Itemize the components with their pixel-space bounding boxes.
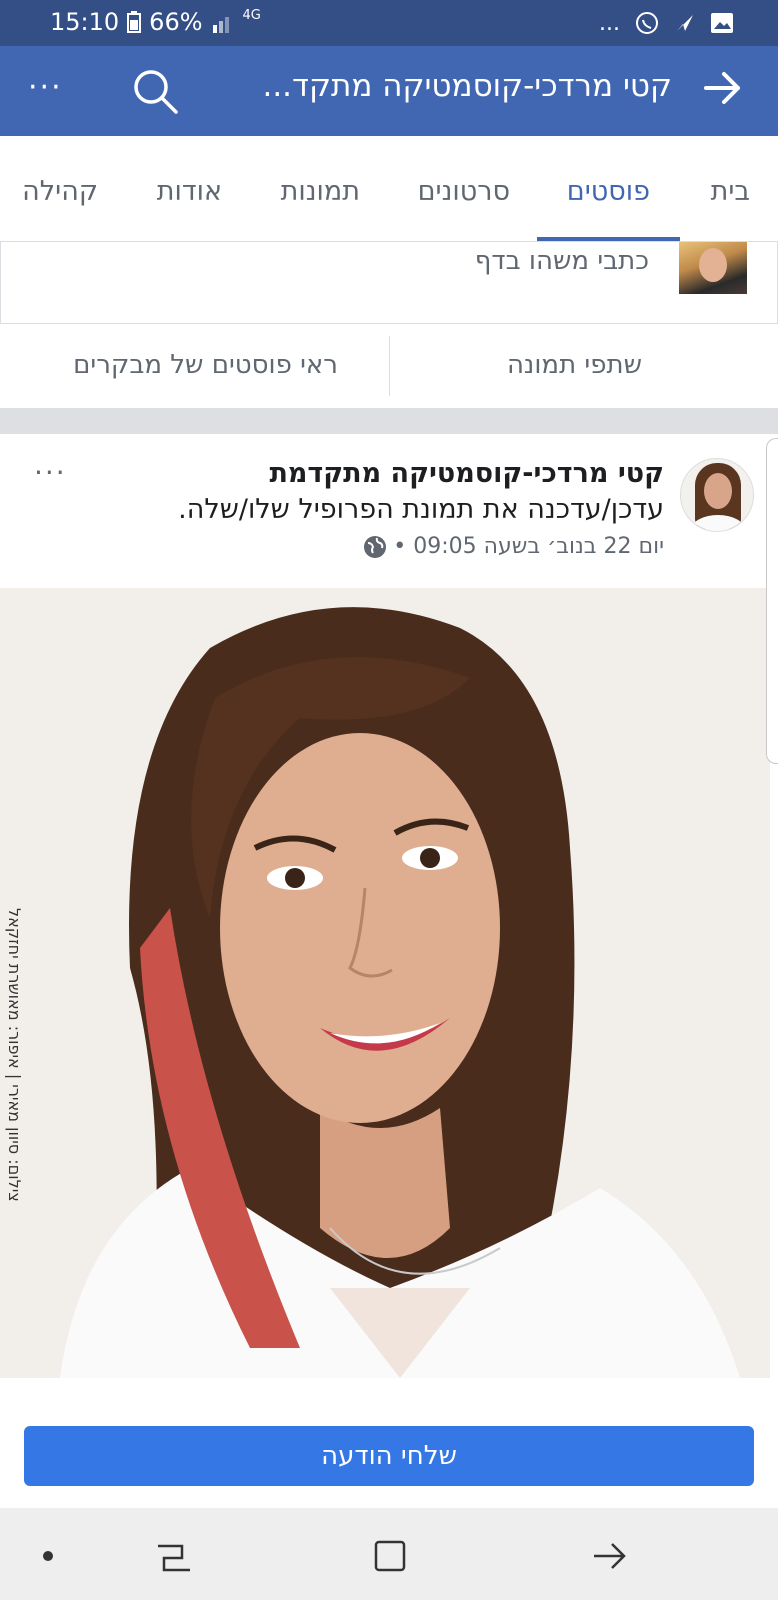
back-icon[interactable]	[590, 1536, 630, 1576]
avatar[interactable]	[680, 458, 754, 532]
divider	[389, 336, 390, 396]
notification-overflow: ...	[599, 10, 620, 36]
whatsapp-icon	[636, 12, 658, 34]
signal-icon	[212, 17, 229, 33]
page-title: קטי מרדכי-קוסמטיקה מתקד...	[262, 68, 672, 104]
scrollbar[interactable]	[766, 438, 778, 764]
visitor-posts-button[interactable]: ראי פוסטים של מבקרים	[73, 350, 338, 380]
send-message-bar: שלחי הודעה	[0, 1392, 778, 1508]
search-icon[interactable]	[130, 66, 180, 116]
status-time: 15:10	[50, 8, 120, 36]
photo-credit: צילום: סיוון מאירי | איפור: מאושרת יחזקא…	[5, 908, 24, 1202]
post-meta: יום 22 בנוב׳ בשעה 09:05 •	[363, 534, 664, 559]
portrait-illustration	[0, 588, 770, 1378]
recent-apps-icon[interactable]	[154, 1536, 194, 1576]
network-type: 4G	[242, 8, 261, 23]
post-action-text: עדכן/עדכנה את תמונת הפרופיל שלו/שלה.	[178, 494, 664, 525]
profile-photo[interactable]: צילום: סיוון מאירי | איפור: מאושרת יחזקא…	[0, 588, 770, 1378]
tab-community[interactable]: קהילה	[22, 176, 98, 207]
composer-actions: שתפי תמונה ראי פוסטים של מבקרים	[0, 324, 778, 408]
status-bar: 15:10 66% 4G ...	[0, 0, 778, 46]
composer-placeholder[interactable]: כתבי משהו בדף	[475, 246, 649, 276]
app-bar: קטי מרדכי-קוסמטיקה מתקד... ···	[0, 46, 778, 136]
system-nav-bar	[0, 1508, 778, 1600]
battery-icon	[127, 11, 142, 33]
battery-percent: 66%	[149, 8, 203, 36]
page-tabs: בית פוסטים סרטונים תמונות אודות קהילה	[0, 136, 778, 242]
messenger-icon	[677, 15, 693, 31]
tab-videos[interactable]: סרטונים	[418, 176, 510, 207]
post-card: קטי מרדכי-קוסמטיקה מתקדמת עדכן/עדכנה את …	[0, 434, 778, 1444]
section-separator	[0, 408, 778, 434]
send-message-button[interactable]: שלחי הודעה	[24, 1426, 754, 1486]
more-options-icon[interactable]: ···	[28, 70, 63, 105]
post-author[interactable]: קטי מרדכי-קוסמטיקה מתקדמת	[269, 458, 664, 489]
post-more-icon[interactable]: ···	[34, 456, 67, 489]
tab-about[interactable]: אודות	[157, 176, 222, 207]
dot-icon[interactable]	[28, 1536, 68, 1576]
post-composer[interactable]: כתבי משהו בדף	[0, 242, 778, 324]
avatar	[679, 242, 747, 294]
back-arrow-icon[interactable]	[700, 66, 744, 110]
post-timestamp[interactable]: יום 22 בנוב׳ בשעה 09:05 •	[393, 534, 664, 559]
tab-photos[interactable]: תמונות	[281, 176, 360, 207]
tab-home[interactable]: בית	[711, 176, 750, 207]
tab-posts[interactable]: פוסטים	[567, 176, 650, 207]
gallery-icon	[711, 13, 733, 33]
home-icon[interactable]	[370, 1536, 410, 1576]
active-tab-indicator	[537, 237, 680, 241]
share-photo-button[interactable]: שתפי תמונה	[507, 350, 642, 380]
globe-icon	[364, 535, 387, 558]
